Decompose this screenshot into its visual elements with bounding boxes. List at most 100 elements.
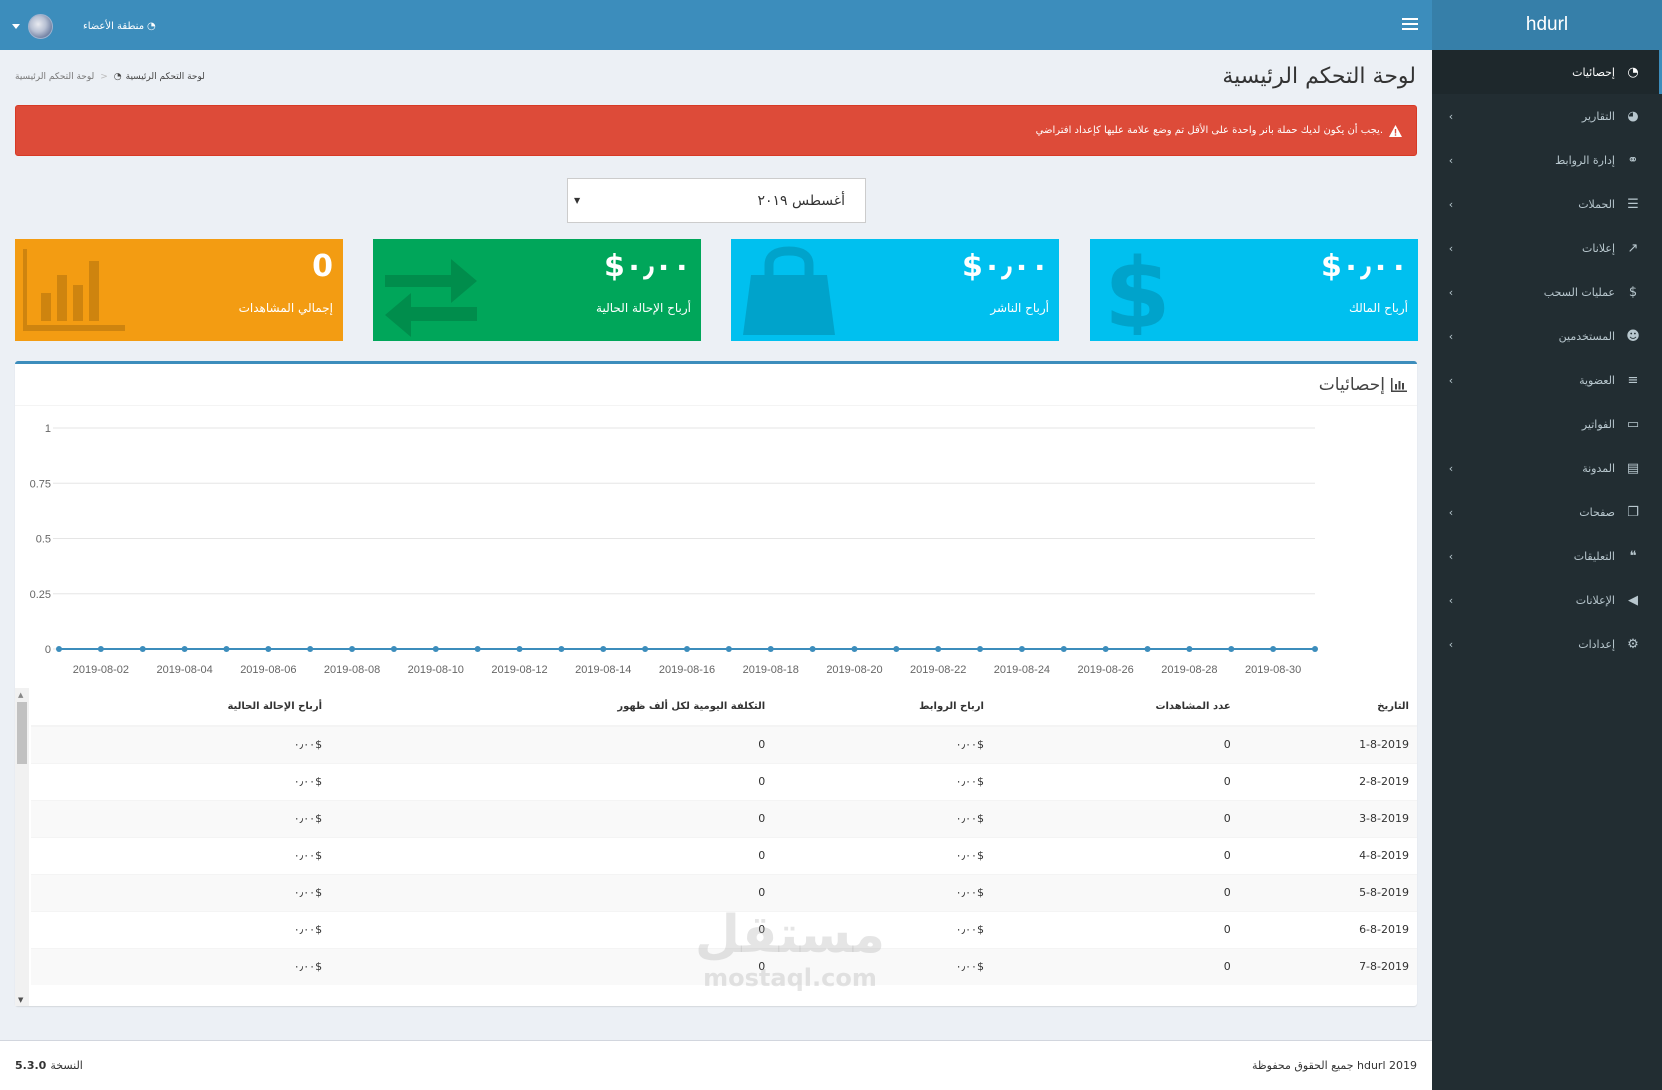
copy-icon: ❐ — [1627, 504, 1639, 520]
data-point[interactable] — [851, 646, 858, 652]
tile-value: $٠٫٠٠ — [961, 249, 1049, 284]
chevron-left-icon: ‹ — [1448, 153, 1454, 167]
table-header-cell[interactable]: ارباح الروابط — [773, 688, 992, 727]
table-cell: $٠٫٠٠ — [31, 836, 331, 874]
data-point[interactable] — [97, 646, 104, 652]
data-point[interactable] — [600, 646, 607, 652]
data-point[interactable] — [767, 646, 774, 652]
shopping-bag-icon — [743, 246, 835, 335]
tile-label: إجمالي المشاهدات — [238, 301, 333, 315]
sidebar-item-12[interactable]: ◀ الإعلانات ‹ — [1432, 578, 1662, 622]
data-point[interactable] — [1102, 646, 1109, 652]
bar-chart-icon — [23, 249, 125, 331]
scroll-down-icon[interactable]: ▼ — [18, 996, 23, 1004]
sidebar-item-9[interactable]: ▤ المدونة ‹ — [1432, 446, 1662, 490]
data-point[interactable] — [1312, 646, 1318, 652]
content-wrapper: لوحة التحكم الرئيسية ◔ لوحة التحكم الرئي… — [0, 50, 1432, 1040]
data-point[interactable] — [725, 646, 732, 652]
data-point[interactable] — [1228, 646, 1235, 652]
month-select[interactable]: ▼ أغسطس ٢٠١٩ — [567, 178, 866, 223]
table-row: 6-8-2019 0 $٠٫٠٠ 0 $٠٫٠٠ — [31, 910, 1417, 948]
data-point[interactable] — [223, 646, 230, 652]
table-header-cell[interactable]: عدد المشاهدات — [991, 688, 1239, 727]
sidebar-item-label: الحملات — [1578, 197, 1615, 211]
sidebar-item-0[interactable]: ◔ إحصائيات — [1432, 50, 1662, 94]
data-point[interactable] — [181, 646, 188, 652]
sidebar-item-2[interactable]: ⚭ إدارة الروابط ‹ — [1432, 138, 1662, 182]
data-point[interactable] — [1060, 646, 1067, 652]
user-label[interactable]: منطقة الأعضاء ◔ — [83, 21, 156, 32]
scroll-up-icon[interactable]: ▲ — [18, 691, 23, 699]
sidebar-item-8[interactable]: ▭ الفواتير — [1432, 402, 1662, 446]
data-point[interactable] — [893, 646, 900, 652]
sidebar-item-label: التقارير — [1581, 109, 1615, 123]
data-point[interactable] — [1186, 646, 1193, 652]
sidebar-item-7[interactable]: ≡ العضوية ‹ — [1432, 358, 1662, 402]
data-point[interactable] — [684, 646, 690, 652]
data-point[interactable] — [307, 646, 314, 652]
sidebar-item-6[interactable]: ☻ المستخدمين ‹ — [1432, 314, 1662, 358]
dashboard-icon: ◔ — [147, 20, 156, 32]
chevron-left-icon: ‹ — [1448, 461, 1454, 475]
chevron-left-icon: ‹ — [1448, 505, 1454, 519]
sidebar-item-label: إعلانات — [1582, 241, 1615, 255]
brand-logo[interactable]: hdurl — [1432, 0, 1662, 50]
data-point[interactable] — [809, 646, 816, 652]
stats-line-chart: 0 0.25 0.5 0.75 1 2019-08-02 2019-08-04 2019-08… — [15, 406, 1417, 688]
data-point[interactable] — [1270, 646, 1277, 652]
table-header-cell[interactable]: التكلفة اليومية لكل ألف ظهور — [330, 688, 774, 727]
exchange-icon — [385, 259, 477, 337]
data-point[interactable] — [642, 646, 649, 652]
sidebar-item-13[interactable]: ⚙ إعدادات ‹ — [1432, 622, 1662, 666]
data-point[interactable] — [516, 646, 523, 652]
avatar[interactable] — [28, 13, 53, 39]
chevron-left-icon: ‹ — [1448, 241, 1454, 255]
sidebar-item-10[interactable]: ❐ صفحات ‹ — [1432, 490, 1662, 534]
sidebar-item-5[interactable]: $ عمليات السحب ‹ — [1432, 270, 1662, 314]
breadcrumb-home-label: لوحة التحكم الرئيسية — [125, 72, 205, 82]
footer-version: 5.3.0 النسخة — [15, 1059, 83, 1072]
y-tick-label: 0 — [45, 644, 51, 656]
chevron-left-icon: ‹ — [1448, 373, 1454, 387]
sidebar-item-label: المدونة — [1582, 461, 1615, 475]
tile-label: أرباح الإحالة الحالية — [596, 301, 691, 315]
vertical-scrollbar[interactable]: ▲ ▼ — [15, 688, 29, 1006]
user-menu[interactable]: منطقة الأعضاء ◔ — [12, 12, 156, 40]
table-cell: 0 — [330, 762, 774, 800]
data-point[interactable] — [1144, 646, 1151, 652]
table-cell: 0 — [991, 947, 1239, 985]
data-point[interactable] — [139, 646, 146, 652]
breadcrumb-separator: > — [100, 72, 108, 82]
tile-referral-earnings: $٠٫٠٠ أرباح الإحالة الحالية — [373, 239, 701, 341]
users-icon: ☻ — [1626, 328, 1640, 344]
data-point[interactable] — [977, 646, 984, 652]
breadcrumb-home[interactable]: ◔ لوحة التحكم الرئيسية — [114, 72, 205, 82]
data-point[interactable] — [432, 646, 439, 652]
data-point[interactable] — [265, 646, 272, 652]
table-cell: $٠٫٠٠ — [773, 873, 992, 911]
table-cell: $٠٫٠٠ — [773, 725, 992, 763]
sidebar-item-11[interactable]: ❝ التعليقات ‹ — [1432, 534, 1662, 578]
sidebar-item-4[interactable]: ↗ إعلانات ‹ — [1432, 226, 1662, 270]
tile-owner-earnings: $ $٠٫٠٠ أرباح المالك — [1090, 239, 1418, 341]
x-tick-label: 2019-08-20 — [826, 664, 882, 676]
data-point[interactable] — [1018, 646, 1025, 652]
table-header-cell[interactable]: أرباح الإحالة الحالية — [31, 688, 331, 727]
sidebar-item-label: الإعلانات — [1575, 593, 1615, 607]
user-label-text: منطقة الأعضاء — [83, 20, 145, 32]
data-point[interactable] — [474, 646, 481, 652]
data-point[interactable] — [56, 646, 62, 652]
table-cell: $٠٫٠٠ — [773, 947, 992, 985]
data-point[interactable] — [935, 646, 942, 652]
data-point[interactable] — [349, 646, 356, 652]
bullhorn-icon: ◀ — [1628, 592, 1638, 608]
footer: 5.3.0 النسخة جميع الحقوق محفوظة hdurl 20… — [0, 1040, 1432, 1090]
table-row: 1-8-2019 0 $٠٫٠٠ 0 $٠٫٠٠ — [31, 725, 1417, 763]
data-point[interactable] — [558, 646, 565, 652]
table-header-cell[interactable]: التاريخ — [1238, 688, 1417, 727]
scrollbar-thumb[interactable] — [17, 702, 27, 764]
data-point[interactable] — [390, 646, 397, 652]
sidebar-toggle-button[interactable] — [1402, 15, 1418, 35]
sidebar-item-3[interactable]: ☰ الحملات ‹ — [1432, 182, 1662, 226]
sidebar-item-1[interactable]: ◕ التقارير ‹ — [1432, 94, 1662, 138]
